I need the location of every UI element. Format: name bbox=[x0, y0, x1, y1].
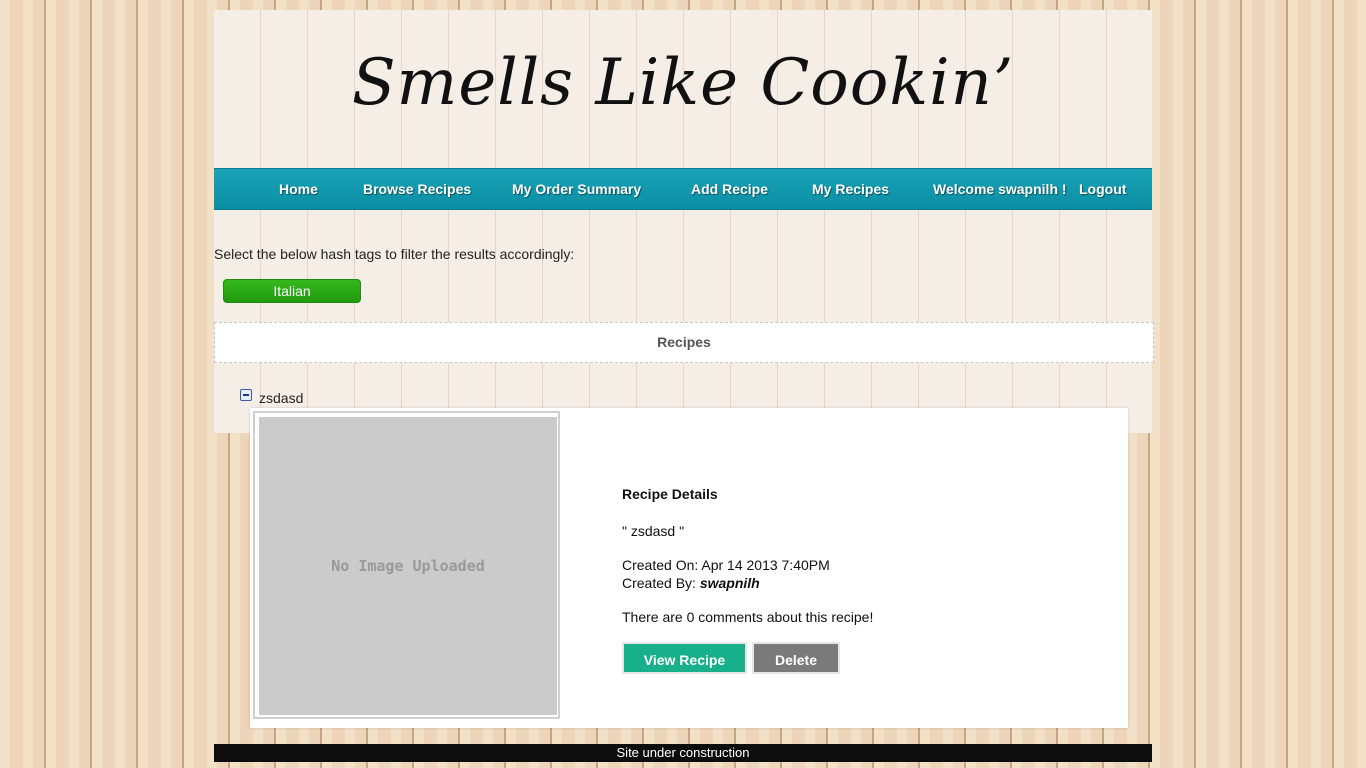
filter-instructions: Select the below hash tags to filter the… bbox=[214, 246, 575, 262]
recipe-created-by: Created By: swapnilh bbox=[622, 575, 873, 591]
nav-my-recipes[interactable]: My Recipes bbox=[812, 169, 889, 209]
site-header: Smells Like Cookin’ bbox=[214, 10, 1152, 168]
page-container: Smells Like Cookin’ Home Browse Recipes … bbox=[214, 10, 1154, 433]
nav-my-order-summary[interactable]: My Order Summary bbox=[512, 169, 641, 209]
recipe-created-on: Created On: Apr 14 2013 7:40PM bbox=[622, 557, 830, 573]
recipe-comments-count: There are 0 comments about this recipe! bbox=[622, 609, 874, 625]
created-by-user: swapnilh bbox=[699, 575, 760, 591]
recipe-tree-label[interactable]: zsdasd bbox=[259, 390, 303, 406]
nav-home[interactable]: Home bbox=[279, 169, 318, 209]
nav-add-recipe[interactable]: Add Recipe bbox=[691, 169, 768, 209]
nav-browse-recipes[interactable]: Browse Recipes bbox=[363, 169, 471, 209]
recipe-details: Recipe Details " zsdasd " Created On: Ap… bbox=[622, 486, 873, 625]
recipe-name: " zsdasd " bbox=[622, 523, 685, 539]
hashtag-italian-button[interactable]: Italian bbox=[223, 279, 361, 303]
nav-logout[interactable]: Logout bbox=[1079, 169, 1126, 209]
collapse-icon[interactable] bbox=[240, 389, 252, 401]
recipe-image-placeholder: No Image Uploaded bbox=[259, 417, 557, 715]
recipes-section-header: Recipes bbox=[214, 322, 1154, 363]
main-nav: Home Browse Recipes My Order Summary Add… bbox=[214, 168, 1152, 210]
created-by-label: Created By: bbox=[622, 575, 696, 591]
recipe-card: No Image Uploaded Recipe Details " zsdas… bbox=[250, 408, 1128, 728]
delete-recipe-button[interactable]: Delete bbox=[752, 642, 840, 674]
recipe-image-frame: No Image Uploaded bbox=[253, 411, 560, 719]
site-footer: Site under construction bbox=[214, 744, 1152, 762]
no-image-text: No Image Uploaded bbox=[331, 557, 485, 575]
nav-welcome: Welcome swapnilh ! bbox=[933, 181, 1067, 197]
recipe-details-title: Recipe Details bbox=[622, 486, 718, 502]
view-recipe-button[interactable]: View Recipe bbox=[622, 642, 747, 674]
site-logo[interactable]: Smells Like Cookin’ bbox=[214, 46, 1152, 120]
